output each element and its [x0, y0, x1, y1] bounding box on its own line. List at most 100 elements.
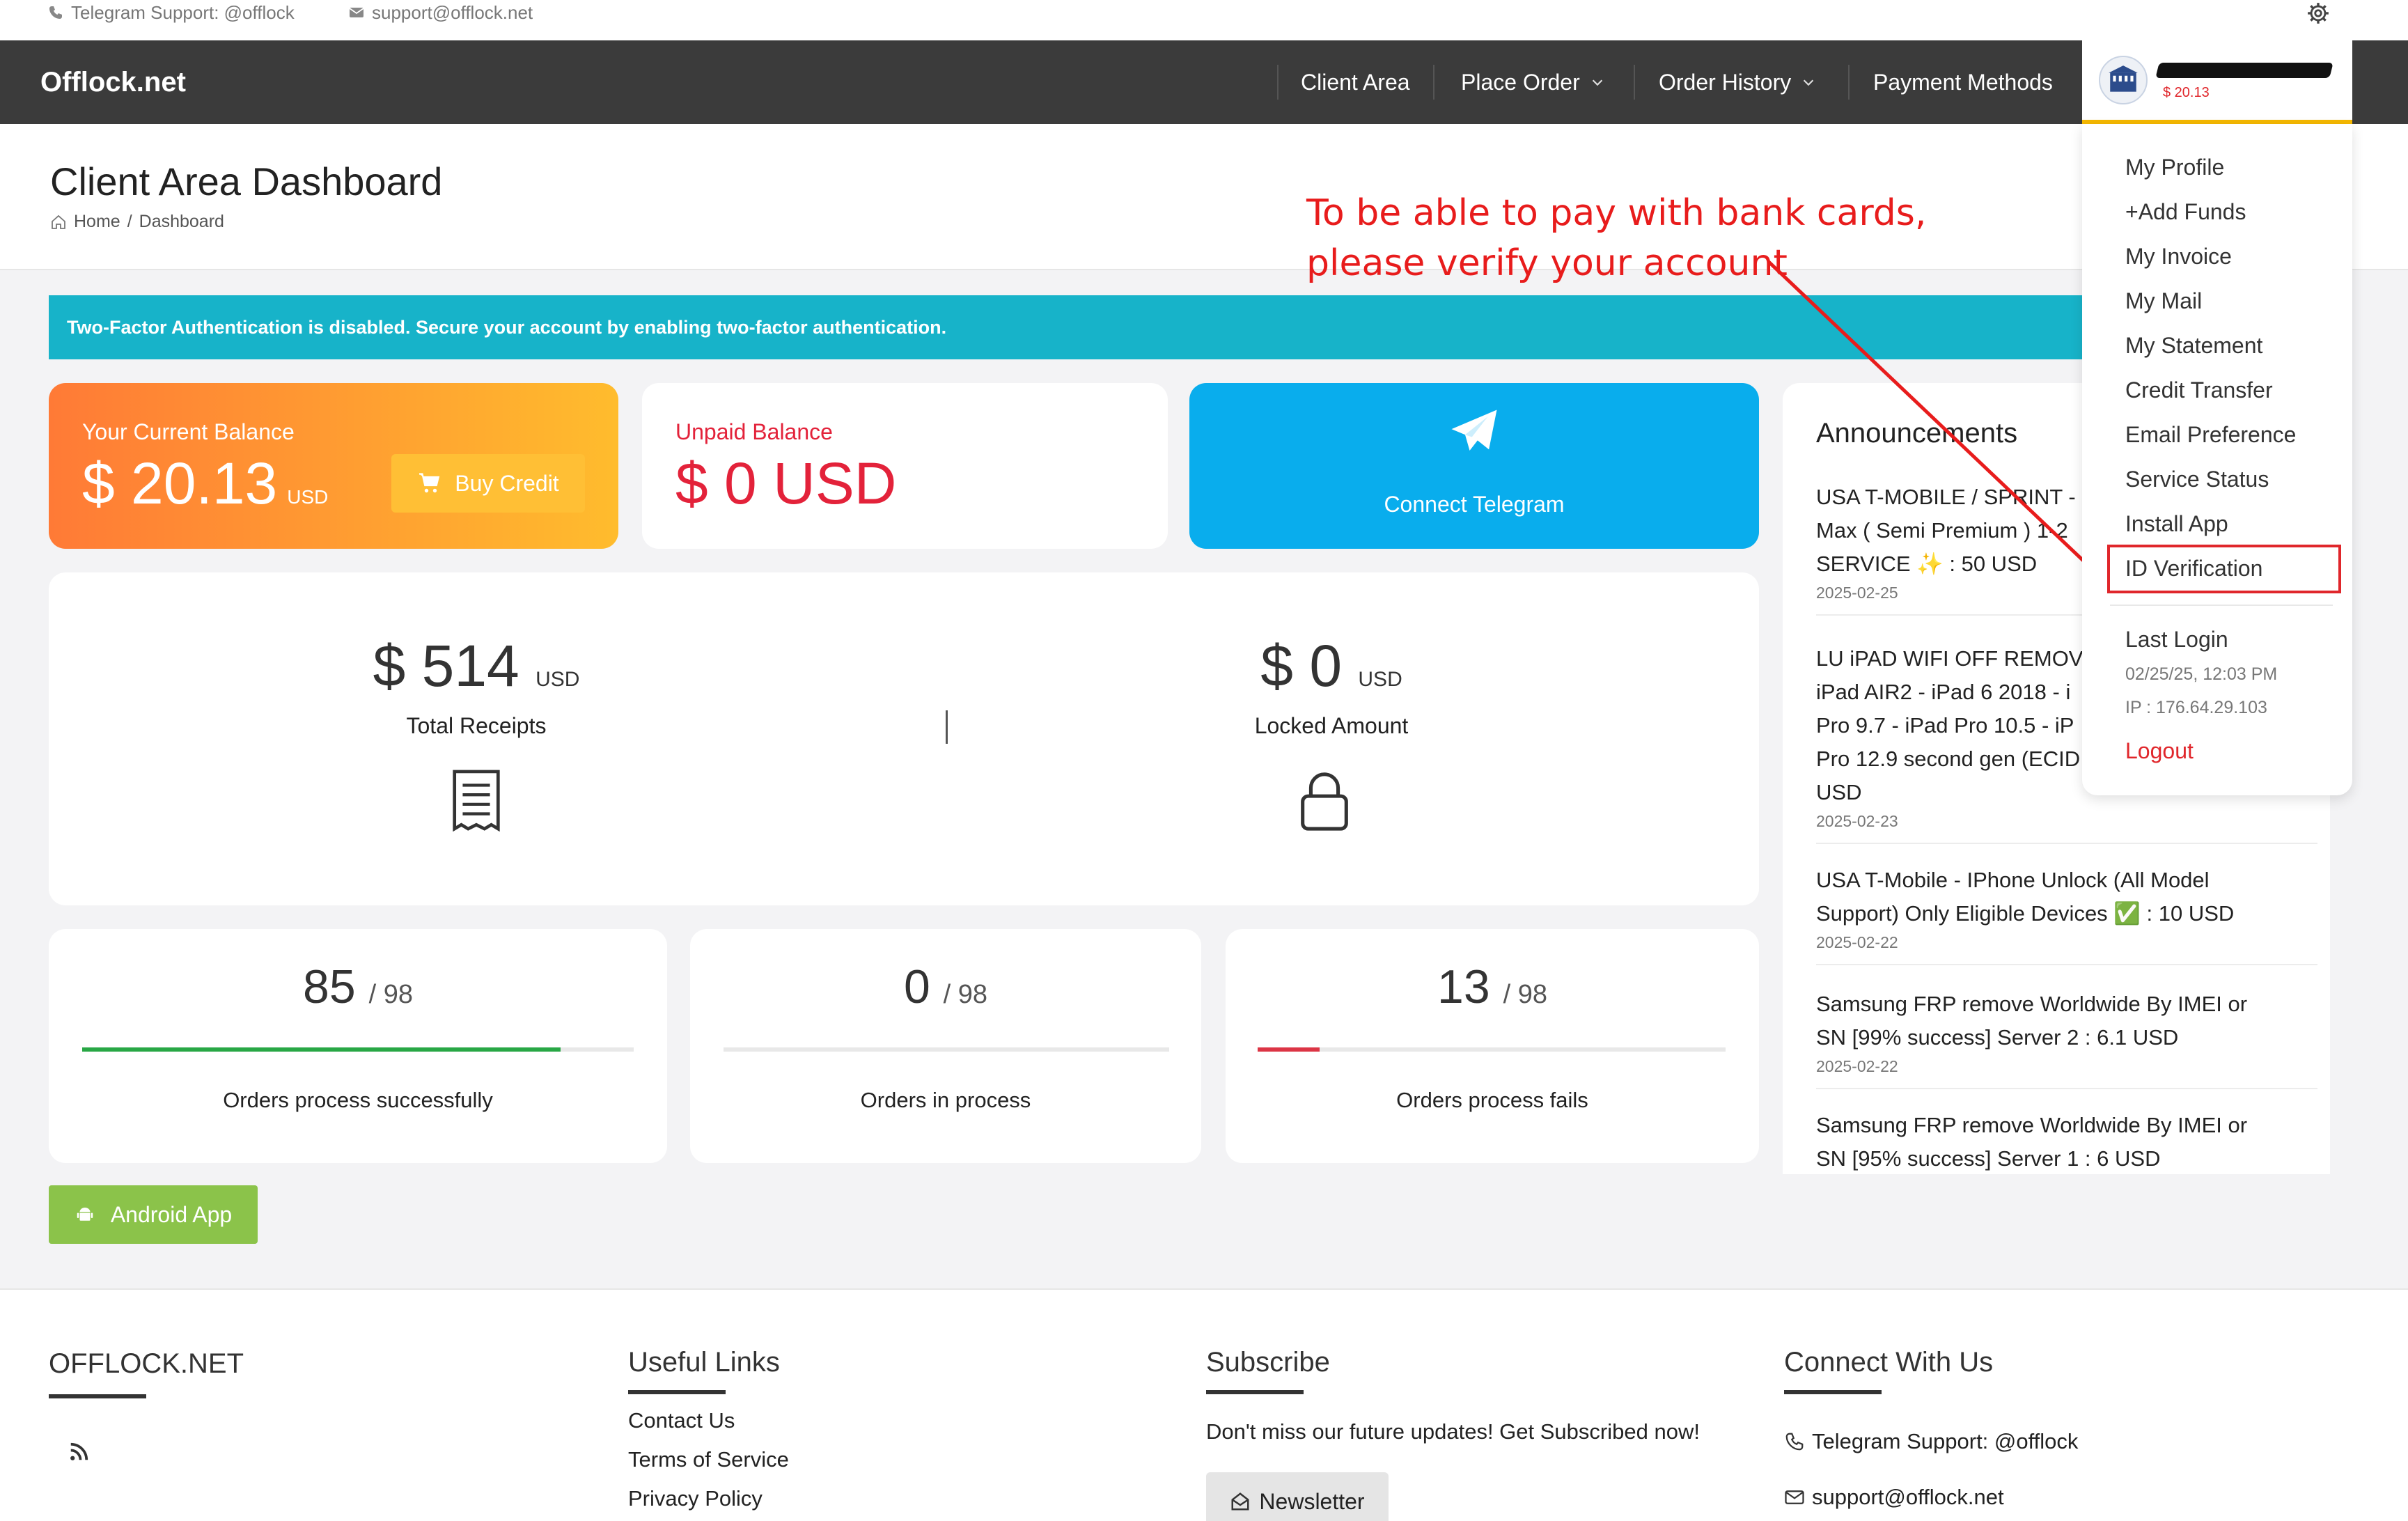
announcement-date: 2025-02-23 [1816, 812, 1898, 830]
footer-link-contact[interactable]: Contact Us [628, 1408, 735, 1433]
subscribe-underline [1206, 1390, 1304, 1394]
announcement-line[interactable]: SN [99% success] Server 2 : 6.1 USD [1816, 1021, 2317, 1054]
orders-process-card: 0 / 98 Orders in process [690, 929, 1201, 1163]
annotation-line-2: please verify your account [1306, 242, 1788, 284]
building-icon [2109, 65, 2138, 92]
announcement-line[interactable]: Support) Only Eligible Devices ✅ : 10 US… [1816, 897, 2317, 930]
nav-separator [1848, 65, 1850, 100]
brand-logo[interactable]: Offlock.net [40, 40, 186, 124]
verification-annotation: To be able to pay with bank cards, pleas… [1306, 188, 1975, 288]
current-balance-card: Your Current Balance $ 20.13 USD Buy Cre… [49, 383, 618, 549]
newsletter-button[interactable]: Newsletter [1206, 1472, 1389, 1521]
nav-client-area[interactable]: Client Area [1301, 40, 1410, 124]
unpaid-balance-label: Unpaid Balance [675, 419, 833, 444]
announcement-line[interactable]: Samsung FRP remove Worldwide By IMEI or [1816, 1109, 2317, 1142]
breadcrumb-home[interactable]: Home [74, 212, 120, 232]
footer-link-privacy[interactable]: Privacy Policy [628, 1486, 763, 1511]
top-telegram-link[interactable]: Telegram Support: @offlock [47, 0, 295, 25]
orders-fails-card: 13 / 98 Orders process fails [1226, 929, 1759, 1163]
dropdown-item-install-app[interactable]: Install App [2125, 511, 2228, 537]
android-app-button[interactable]: Android App [49, 1185, 258, 1244]
last-login-time: 02/25/25, 12:03 PM [2125, 664, 2278, 684]
orders-fails-progress [1258, 1047, 1726, 1052]
phone-icon [1785, 1433, 1804, 1451]
phone-icon [49, 6, 62, 19]
dropdown-item-credit-transfer[interactable]: Credit Transfer [2125, 377, 2273, 403]
orders-fails-label: Orders process fails [1396, 1088, 1588, 1112]
gear-icon[interactable] [2306, 1, 2330, 25]
envelope-open-icon [1231, 1492, 1249, 1511]
total-receipts-value: $ 514 USD [49, 632, 904, 700]
total-receipts-amount: $ 514 [373, 633, 519, 699]
orders-success-card: 85 / 98 Orders process successfully [49, 929, 667, 1163]
locked-amount-value: $ 0 USD [904, 632, 1759, 700]
useful-links-underline [628, 1390, 726, 1394]
subscribe-text: Don't miss our future updates! Get Subsc… [1206, 1419, 1700, 1444]
breadcrumb-current: Dashboard [139, 212, 224, 231]
annotation-line-1: To be able to pay with bank cards, [1306, 192, 1927, 234]
orders-success-progress-fill [82, 1047, 561, 1052]
last-login-label: Last Login [2125, 627, 2228, 652]
username-redacted [2155, 63, 2333, 78]
dropdown-item-my-mail[interactable]: My Mail [2125, 288, 2202, 314]
android-app-label: Android App [110, 1201, 233, 1227]
envelope-icon [1785, 1490, 1804, 1504]
id-verification-highlight [2107, 545, 2341, 593]
total-receipts-label: Total Receipts [406, 713, 547, 738]
announcement-line[interactable]: Samsung FRP remove Worldwide By IMEI or [1816, 988, 2317, 1021]
announcements-title: Announcements [1816, 418, 2018, 448]
chevron-down-icon [1804, 79, 1814, 86]
orders-process-progress [724, 1047, 1169, 1052]
footer-telegram-text: Telegram Support: @offlock [1812, 1429, 2079, 1453]
user-menu-toggle[interactable]: $ 20.13 [2082, 40, 2352, 124]
nav-client-area-label: Client Area [1301, 69, 1410, 95]
nav-separator [1433, 65, 1434, 100]
announcement-line[interactable]: USA T-Mobile - IPhone Unlock (All Model [1816, 864, 2317, 897]
dropdown-divider [2110, 604, 2333, 606]
logout-link[interactable]: Logout [2125, 738, 2194, 764]
nav-place-order[interactable]: Place Order [1461, 40, 1605, 124]
breadcrumb-separator: / [127, 212, 132, 231]
subscribe-title: Subscribe [1206, 1347, 1330, 1378]
orders-success-total: / 98 [368, 980, 413, 1009]
cart-icon [419, 473, 440, 493]
locked-amount-unit: USD [1358, 668, 1402, 691]
unpaid-balance-card: Unpaid Balance $ 0 USD [642, 383, 1168, 549]
locked-amount-label: Locked Amount [1254, 713, 1409, 738]
footer-telegram-link[interactable]: Telegram Support: @offlock [1784, 1429, 2078, 1454]
paper-plane-icon [1451, 410, 1497, 451]
user-dropdown-menu: My Profile +Add Funds My Invoice My Mail My … [2082, 124, 2352, 795]
orders-success-value: 85 / 98 [49, 960, 667, 1014]
announcement-separator [1816, 843, 2317, 844]
connect-title: Connect With Us [1784, 1347, 1994, 1378]
breadcrumb: Home / Dashboard [50, 212, 224, 232]
nav-separator [1634, 65, 1635, 100]
dropdown-item-my-statement[interactable]: My Statement [2125, 333, 2262, 359]
newsletter-label: Newsletter [1259, 1488, 1365, 1514]
rss-icon[interactable] [68, 1442, 89, 1462]
connect-telegram-button[interactable]: Connect Telegram [1189, 383, 1759, 549]
announcement-line[interactable]: SN [95% success] Server 1 : 6 USD [1816, 1142, 2317, 1174]
top-email-link[interactable]: support@offlock.net [348, 0, 533, 25]
nav-payment-methods[interactable]: Payment Methods [1873, 40, 2053, 124]
dropdown-item-add-funds[interactable]: +Add Funds [2125, 199, 2246, 225]
envelope-icon [349, 8, 364, 17]
buy-credit-label: Buy Credit [455, 470, 559, 496]
dropdown-item-my-invoice[interactable]: My Invoice [2125, 244, 2232, 270]
receipts-card: $ 514 USD Total Receipts $ 0 USD Locked … [49, 572, 1759, 905]
connect-telegram-label: Connect Telegram [1384, 492, 1565, 517]
announcement-date: 2025-02-25 [1816, 584, 1898, 602]
locked-amount: $ 0 USD Locked Amount [904, 572, 1759, 905]
dropdown-item-service-status[interactable]: Service Status [2125, 467, 2269, 492]
main-navbar: Offlock.net Client Area Place Order Orde… [0, 40, 2408, 124]
footer-link-terms[interactable]: Terms of Service [628, 1447, 789, 1472]
footer-brand-underline [49, 1394, 146, 1398]
page-header: Client Area Dashboard Home / Dashboard [0, 124, 2408, 270]
current-balance-value: $ 20.13 USD [82, 450, 328, 517]
dropdown-item-email-preference[interactable]: Email Preference [2125, 422, 2296, 448]
nav-order-history[interactable]: Order History [1659, 40, 1816, 124]
dropdown-item-my-profile[interactable]: My Profile [2125, 155, 2224, 180]
orders-process-count: 0 [903, 960, 930, 1013]
buy-credit-button[interactable]: Buy Credit [391, 454, 585, 513]
footer-email-link[interactable]: support@offlock.net [1784, 1485, 2004, 1510]
